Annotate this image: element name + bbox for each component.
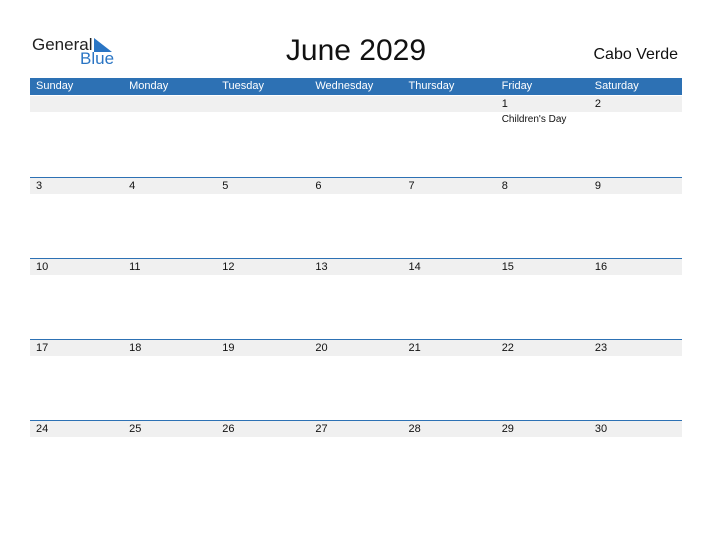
day-cell: 24 <box>30 421 123 502</box>
week-row: 10 11 12 13 14 15 16 <box>30 258 682 340</box>
day-cell: 12 <box>216 259 309 340</box>
day-cell: 21 <box>403 340 496 421</box>
day-number: 14 <box>408 261 421 273</box>
day-cell: 2 <box>589 96 682 177</box>
day-number: 25 <box>129 423 142 435</box>
day-number: 3 <box>36 180 43 192</box>
day-cell: 22 <box>496 340 589 421</box>
day-number: 20 <box>315 342 328 354</box>
holiday-label: Children's Day <box>501 114 567 125</box>
day-cell <box>216 96 309 177</box>
weekday-sunday: Sunday <box>36 80 74 92</box>
day-number: 17 <box>36 342 49 354</box>
day-number: 27 <box>315 423 328 435</box>
day-number: 6 <box>315 180 322 192</box>
day-cell: 7 <box>403 178 496 259</box>
day-number: 5 <box>222 180 229 192</box>
day-cell: 29 <box>496 421 589 502</box>
day-number: 2 <box>594 98 601 110</box>
day-cell: 27 <box>309 421 402 502</box>
day-cell: 23 <box>589 340 682 421</box>
day-cell: 26 <box>216 421 309 502</box>
day-cell: 1 Children's Day <box>496 96 589 177</box>
day-cell: 16 <box>589 259 682 340</box>
weekday-friday: Friday <box>501 80 533 92</box>
day-number: 23 <box>594 342 608 354</box>
day-number: 26 <box>222 423 235 435</box>
day-cell: 10 <box>30 259 123 340</box>
day-number: 1 <box>501 98 508 110</box>
week-row: 24 25 26 27 28 29 30 <box>30 420 682 502</box>
day-cell: 3 <box>30 178 123 259</box>
day-cell <box>309 96 402 177</box>
day-cell: 17 <box>30 340 123 421</box>
weekday-header: Sunday Monday Tuesday Wednesday Thursday Frid… <box>30 78 682 95</box>
weekday-wednesday: Wednesday <box>315 80 374 92</box>
day-cell: 9 <box>589 178 682 259</box>
day-cell: 18 <box>123 340 216 421</box>
day-cell <box>30 96 123 177</box>
day-cell: 30 <box>589 421 682 502</box>
day-cell: 5 <box>216 178 309 259</box>
day-number: 28 <box>408 423 421 435</box>
day-number: 29 <box>501 423 514 435</box>
day-number: 18 <box>129 342 142 354</box>
day-number: 15 <box>501 261 514 273</box>
day-number: 24 <box>36 423 49 435</box>
week-row: 3 4 5 6 7 8 9 <box>30 177 682 259</box>
day-number: 9 <box>594 180 601 192</box>
day-cell: 11 <box>123 259 216 340</box>
day-cell <box>123 96 216 177</box>
weekday-thursday: Thursday <box>408 80 455 92</box>
day-cell <box>403 96 496 177</box>
day-number: 11 <box>129 261 141 273</box>
day-cell: 19 <box>216 340 309 421</box>
day-cell: 8 <box>496 178 589 259</box>
day-number: 8 <box>501 180 508 192</box>
day-number: 12 <box>222 261 235 273</box>
day-number: 30 <box>594 423 608 435</box>
week-row: 17 18 19 20 21 22 23 <box>30 339 682 421</box>
day-cell: 20 <box>309 340 402 421</box>
day-cell: 13 <box>309 259 402 340</box>
day-number: 4 <box>129 180 136 192</box>
day-number: 19 <box>222 342 235 354</box>
weekday-saturday: Saturday <box>594 80 639 92</box>
day-cell: 28 <box>403 421 496 502</box>
country-label: Cabo Verde <box>593 46 678 63</box>
day-number: 10 <box>36 261 49 273</box>
day-cell: 15 <box>496 259 589 340</box>
day-number: 7 <box>408 180 415 192</box>
day-number: 21 <box>408 342 421 354</box>
day-cell: 14 <box>403 259 496 340</box>
weekday-monday: Monday <box>129 80 169 92</box>
day-number: 16 <box>594 261 608 273</box>
day-cell: 25 <box>123 421 216 502</box>
day-cell: 6 <box>309 178 402 259</box>
day-number: 22 <box>501 342 514 354</box>
day-cell: 4 <box>123 178 216 259</box>
week-row: 1 Children's Day 2 <box>30 96 682 177</box>
day-number: 13 <box>315 261 328 273</box>
weekday-tuesday: Tuesday <box>222 80 265 92</box>
